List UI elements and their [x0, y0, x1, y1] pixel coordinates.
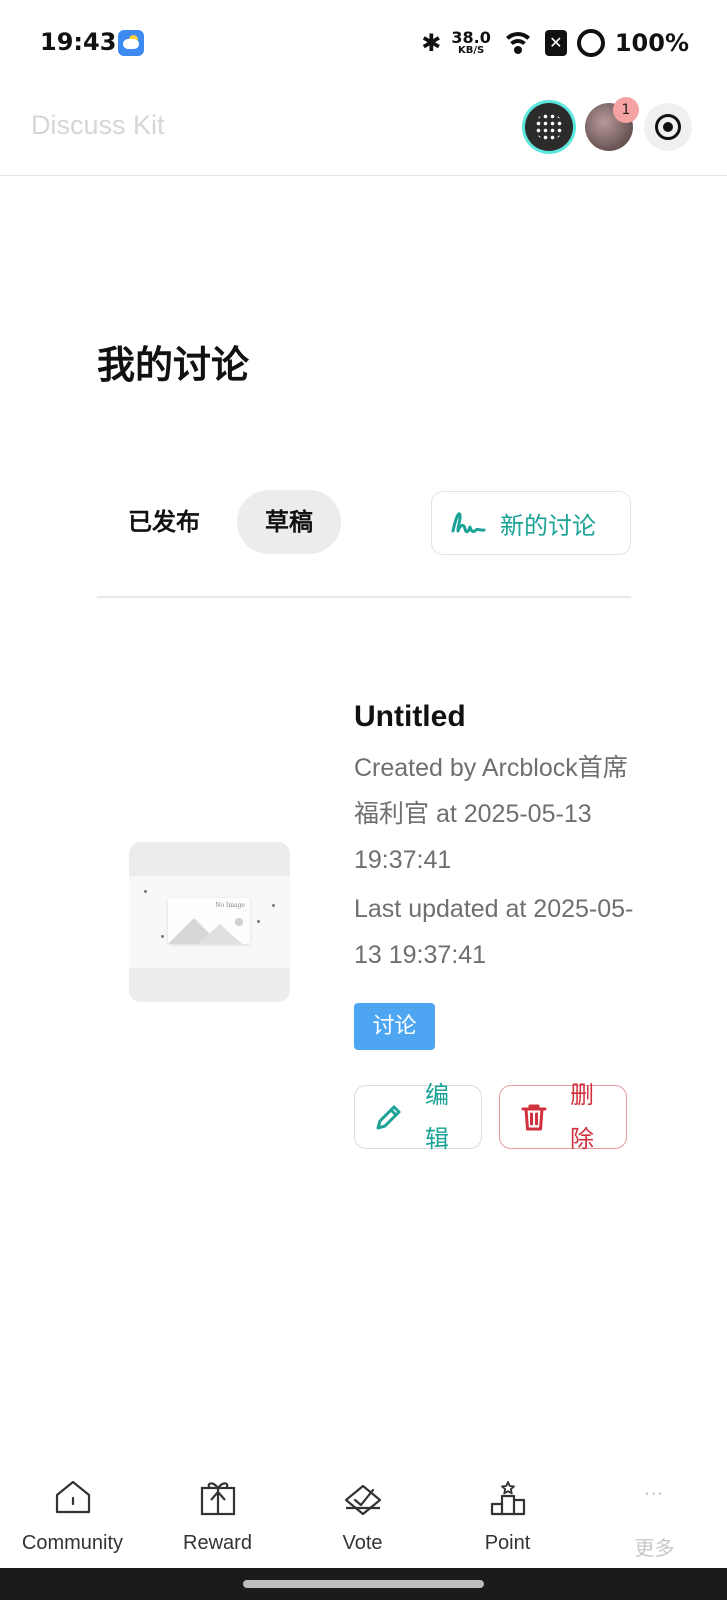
battery-icon [576, 29, 605, 57]
home-indicator[interactable] [243, 1580, 484, 1588]
weather-icon [118, 30, 144, 56]
nav-label-vote: Vote [342, 1532, 383, 1554]
new-discussion-button[interactable]: 新的讨论 [431, 491, 631, 555]
nav-item-vote[interactable]: Vote [290, 1460, 435, 1568]
user-avatar[interactable]: 1 [585, 97, 639, 151]
vote-icon [344, 1484, 381, 1516]
network-speed-value: 38.0 [451, 28, 491, 47]
page-title: 我的讨论 [97, 343, 250, 387]
bottom-nav: Community Reward Vote Point ⋯ 更多 [0, 1460, 727, 1568]
edit-label: 编辑 [425, 1081, 449, 1153]
more-icon: ⋯ [643, 1481, 666, 1505]
sim-x-icon: ✕ [544, 30, 567, 56]
app-switcher-button[interactable] [525, 103, 573, 151]
app-header: Discuss Kit 1 [0, 88, 727, 176]
discussion-title[interactable]: Untitled [354, 700, 466, 734]
nav-item-community[interactable]: Community [0, 1460, 145, 1568]
nav-item-reward[interactable]: Reward [145, 1460, 290, 1568]
network-speed-unit: KB/S [457, 45, 485, 56]
nav-label-more: 更多 [634, 1536, 675, 1560]
discussion-type-tag: 讨论 [354, 1003, 435, 1050]
no-image-text: No Image [215, 902, 245, 909]
edit-button[interactable]: 编辑 [354, 1081, 482, 1153]
notification-badge: 1 [613, 97, 639, 123]
signature-icon [451, 512, 486, 534]
nav-item-more[interactable]: ⋯ 更多 [582, 1460, 727, 1568]
network-speed: 38.0 KB/S [451, 30, 490, 56]
menu-button[interactable] [644, 103, 692, 151]
trash-icon [521, 1104, 547, 1131]
battery-level: 100% [614, 29, 689, 57]
pencil-icon [376, 1105, 401, 1130]
discussion-created-info: Created by Arcblock首席福利官 at 2025-05-13 1… [354, 754, 628, 874]
nav-label-point: Point [484, 1532, 531, 1554]
nav-label-community: Community [21, 1532, 124, 1554]
new-discussion-label: 新的讨论 [500, 511, 596, 540]
brand-logo-text[interactable]: Discuss Kit [31, 110, 165, 141]
status-time: 19:43 [40, 28, 117, 56]
discussion-thumbnail[interactable]: No Image [129, 842, 290, 1002]
delete-button[interactable]: 删除 [499, 1081, 627, 1153]
dots-grid-icon [535, 113, 563, 141]
delete-label: 删除 [570, 1081, 594, 1153]
tabs-divider [97, 596, 631, 598]
tab-published[interactable]: 已发布 [112, 490, 216, 554]
bluetooth-icon: ✱ [421, 29, 442, 57]
system-gesture-area [0, 1568, 727, 1600]
nav-item-point[interactable]: Point [435, 1460, 580, 1568]
wifi-icon [500, 30, 535, 56]
nav-label-reward: Reward [183, 1532, 252, 1554]
tab-draft[interactable]: 草稿 [237, 490, 341, 554]
status-bar: 19:43 ✱ 38.0 KB/S ✕ 100% [0, 0, 727, 88]
gift-icon [200, 1482, 235, 1516]
discussion-updated-info: Last updated at 2025-05-13 19:37:41 [354, 895, 634, 969]
status-icons: ✱ 38.0 KB/S ✕ 100% [421, 26, 689, 60]
record-circle-icon [655, 114, 681, 140]
image-placeholder-icon: No Image [168, 898, 250, 944]
podium-icon [490, 1481, 525, 1516]
home-icon [55, 1480, 90, 1514]
